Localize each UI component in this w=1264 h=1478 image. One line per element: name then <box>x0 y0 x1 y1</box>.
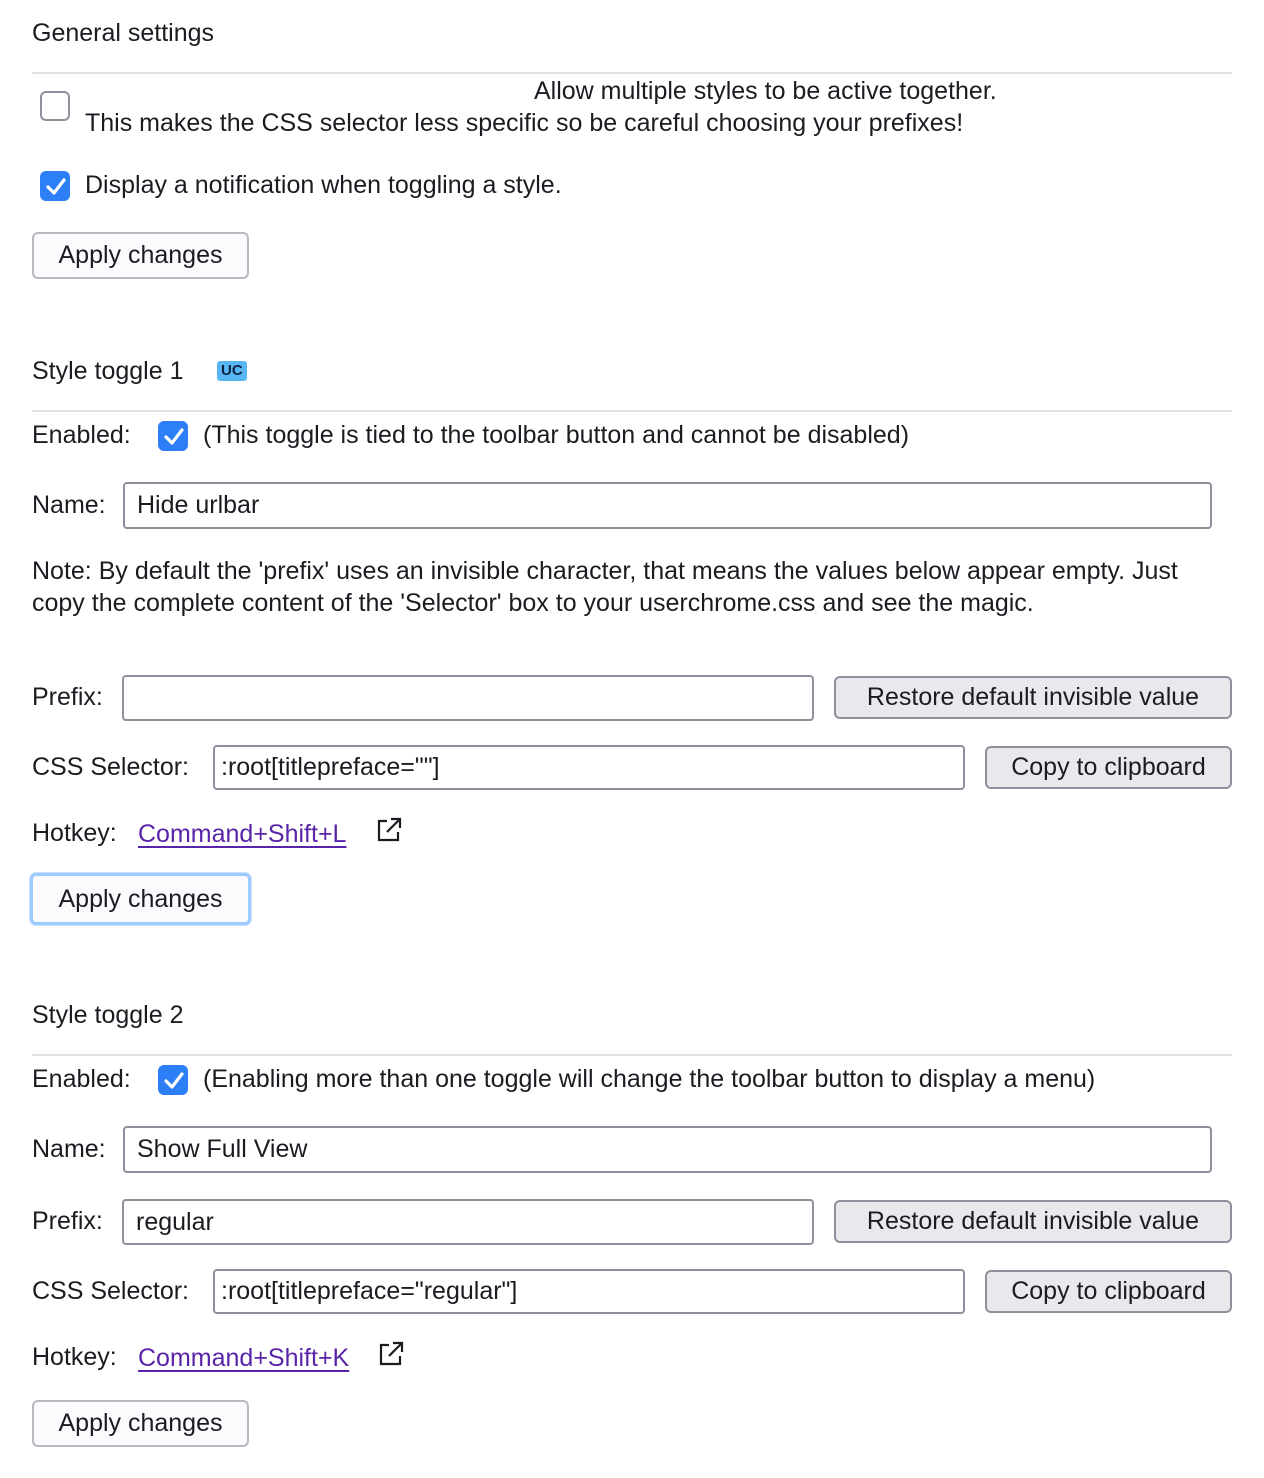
style-toggle-2-title: Style toggle 2 <box>32 1001 184 1029</box>
toggle-1-enabled-checkbox[interactable] <box>158 421 188 451</box>
external-link-icon[interactable] <box>375 816 403 844</box>
css-selector-label: CSS Selector: <box>32 1277 190 1305</box>
multiple-styles-checkbox[interactable] <box>40 91 70 121</box>
toggle-1-hotkey-link[interactable]: Command+Shift+L <box>138 820 346 849</box>
divider <box>32 1054 1232 1056</box>
external-link-icon[interactable] <box>377 1340 405 1368</box>
toggle-1-prefix-input[interactable] <box>122 675 814 721</box>
checkmark-icon <box>164 428 184 445</box>
toggle-2-css-selector-input[interactable] <box>213 1269 965 1314</box>
toggle-2-prefix-input[interactable] <box>122 1199 814 1245</box>
invisible-prefix-note: Note: By default the 'prefix' uses an in… <box>32 557 1178 617</box>
name-label: Name: <box>32 1135 106 1163</box>
checkmark-icon <box>164 1072 184 1089</box>
divider <box>32 72 1232 74</box>
notification-label: Display a notification when toggling a s… <box>85 171 562 199</box>
uc-badge: UC <box>217 361 247 381</box>
toggle-1-apply-button[interactable]: Apply changes <box>30 873 251 925</box>
enabled-label: Enabled: <box>32 421 131 449</box>
prefix-label: Prefix: <box>32 1207 103 1235</box>
toggle-2-apply-button[interactable]: Apply changes <box>32 1400 249 1447</box>
css-selector-label: CSS Selector: <box>32 753 190 781</box>
hotkey-label: Hotkey: <box>32 819 117 847</box>
enabled-label: Enabled: <box>32 1065 131 1093</box>
checkmark-icon <box>46 178 66 195</box>
enabled-note: (This toggle is tied to the toolbar butt… <box>203 421 910 449</box>
toggle-1-name-input[interactable] <box>123 482 1212 529</box>
general-apply-button[interactable]: Apply changes <box>32 232 249 279</box>
general-settings-title: General settings <box>32 19 215 47</box>
toggle-1-copy-button[interactable]: Copy to clipboard <box>985 746 1232 789</box>
toggle-1-restore-button[interactable]: Restore default invisible value <box>834 676 1232 719</box>
prefix-label: Prefix: <box>32 683 103 711</box>
multiple-styles-label-line1: Allow multiple styles to be active toget… <box>534 77 997 105</box>
enabled-note: (Enabling more than one toggle will chan… <box>203 1065 1096 1093</box>
divider <box>32 410 1232 412</box>
toggle-2-copy-button[interactable]: Copy to clipboard <box>985 1270 1232 1313</box>
toggle-2-enabled-checkbox[interactable] <box>158 1065 188 1095</box>
notification-checkbox[interactable] <box>40 171 70 201</box>
toggle-1-css-selector-input[interactable] <box>213 745 965 790</box>
toggle-2-hotkey-link[interactable]: Command+Shift+K <box>138 1344 349 1373</box>
toggle-2-restore-button[interactable]: Restore default invisible value <box>834 1200 1232 1243</box>
multiple-styles-label-line2: This makes the CSS selector less specifi… <box>85 109 964 137</box>
name-label: Name: <box>32 491 106 519</box>
toggle-2-name-input[interactable] <box>123 1126 1212 1173</box>
style-toggle-1-title: Style toggle 1 <box>32 357 184 385</box>
hotkey-label: Hotkey: <box>32 1343 117 1371</box>
